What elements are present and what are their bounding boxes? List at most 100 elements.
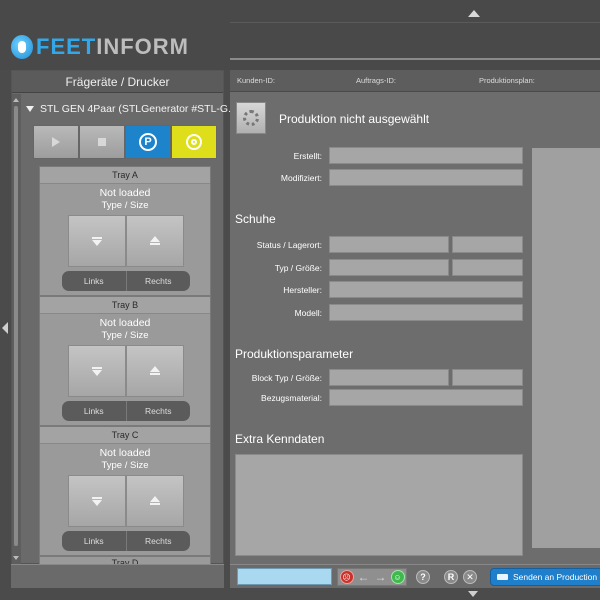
scroll-down-arrow-icon[interactable] [13,556,19,560]
expand-triangle-icon[interactable] [26,106,34,112]
tray-type-size: Type / Size [101,330,149,341]
tray-left-load-button[interactable] [68,475,126,527]
send-to-production-button[interactable]: Senden an Production G [490,568,600,586]
stop-button[interactable] [79,125,125,159]
customer-id-label: Kunden-ID: [237,76,275,85]
tray-card: Tray C Not loaded Type / Size Links Rech… [39,426,211,556]
tray-right-label: Rechts [145,276,172,286]
block-type-field[interactable] [329,369,449,386]
block-size-field[interactable] [452,369,523,386]
created-field[interactable] [329,147,523,164]
navigation-group: ☹ ← → ☺ [337,568,407,586]
logo-text-feet: FEET [36,34,97,59]
order-id-label: Auftrags-ID: [355,76,396,85]
tray-left-load-button[interactable] [68,345,126,397]
collapse-left-arrow-icon[interactable] [2,322,8,334]
block-type-size-label: Block Typ / Größe: [251,373,322,383]
shoes-section-title: Schuhe [235,212,276,226]
status-location-label: Status / Lagerort: [256,240,322,250]
manufacturer-field[interactable] [329,281,523,298]
created-label: Erstellt: [293,151,322,161]
foot-logo-icon [11,35,33,59]
devices-scrollbar[interactable] [12,94,21,564]
sad-face-icon[interactable]: ☹ [339,570,354,584]
tray-side-labels: Links Rechts [62,531,190,551]
target-icon [186,134,202,150]
app-header: FEETINFORM [0,0,600,70]
load-down-arrow-icon [92,366,102,376]
production-detail-panel: Kunden-ID: Auftrags-ID: Produktionsplan:… [230,70,600,564]
eject-up-arrow-icon [150,366,160,376]
tray-right-load-button[interactable] [126,475,184,527]
tray-left-label: Links [62,271,127,291]
device-name: STL GEN 4Paar (STLGenerator #STL-G... [40,103,237,115]
tray-left-load-button[interactable] [68,215,126,267]
modified-field[interactable] [329,169,523,186]
logo-text-inform: INFORM [96,34,189,59]
size-field[interactable] [452,259,523,276]
play-button[interactable] [33,125,79,159]
search-input[interactable] [237,568,332,585]
tray-status: Not loaded [99,447,151,459]
collapse-top-arrow-icon[interactable] [468,10,480,17]
load-down-arrow-icon [92,496,102,506]
arrow-right-icon[interactable]: → [374,570,388,584]
location-field[interactable] [452,236,523,253]
bottom-toolbar: ☹ ← → ☺ ? R ✕ Senden an Production G [230,564,600,588]
stop-icon [98,138,106,146]
send-button-label: Senden an Production G [513,572,600,582]
gear-icon [243,110,259,126]
devices-panel-title: Frägeräte / Drucker [12,71,223,93]
type-size-label: Typ / Größe: [274,263,322,273]
scroll-thumb[interactable] [14,106,18,546]
production-params-section-title: Produktionsparameter [235,347,354,361]
tray-right-load-button[interactable] [126,215,184,267]
preview-panel [532,148,600,548]
app-logo: FEETINFORM [11,32,189,62]
model-field[interactable] [329,304,523,321]
production-settings-icon [236,102,266,134]
p-icon: P [139,133,157,151]
type-field[interactable] [329,259,449,276]
modified-label: Modifiziert: [280,173,322,183]
happy-face-icon[interactable]: ☺ [390,570,405,584]
info-bar: Kunden-ID: Auftrags-ID: Produktionsplan: [230,70,600,92]
reset-icon[interactable]: R [444,570,458,584]
truck-icon [497,574,508,580]
collapse-bottom-arrow-icon[interactable] [468,591,478,597]
tray-title: Tray C [40,427,210,444]
park-button[interactable]: P [125,125,171,159]
footer-strip [0,588,600,600]
target-button[interactable] [171,125,217,159]
tray-left-label: Links [62,531,127,551]
tray-status: Not loaded [99,317,151,329]
status-field[interactable] [329,236,449,253]
tray-left-label: Links [62,401,127,421]
play-icon [52,137,60,147]
tray-title: Tray B [40,297,210,314]
tray-side-labels: Links Rechts [62,401,190,421]
tray-right-load-button[interactable] [126,345,184,397]
tray-right-label: Rechts [145,536,172,546]
header-divider-top [230,22,600,23]
scroll-up-arrow-icon[interactable] [13,98,19,102]
help-icon[interactable]: ? [416,570,430,584]
tray-card: Tray A Not loaded Type / Size Links Rech… [39,166,211,296]
production-title: Produktion nicht ausgewählt [279,112,430,126]
tray-right-label: Rechts [145,406,172,416]
tray-card: Tray B Not loaded Type / Size Links Rech… [39,296,211,426]
tray-side-labels: Links Rechts [62,271,190,291]
tray-status: Not loaded [99,187,151,199]
tray-title: Tray A [40,167,210,184]
manufacturer-label: Hersteller: [283,285,322,295]
tray-type-size: Type / Size [101,460,149,471]
device-tree-item[interactable]: STL GEN 4Paar (STLGenerator #STL-G... [26,101,243,117]
cover-material-field[interactable] [329,389,523,406]
arrow-left-icon[interactable]: ← [357,570,371,584]
extra-data-section-title: Extra Kenndaten [235,432,325,446]
extra-data-textarea[interactable] [235,454,523,556]
close-icon[interactable]: ✕ [463,570,477,584]
tray-list: Tray A Not loaded Type / Size Links Rech… [39,166,211,566]
device-control-bar: P [33,125,217,159]
cover-material-label: Bezugsmaterial: [261,393,322,403]
